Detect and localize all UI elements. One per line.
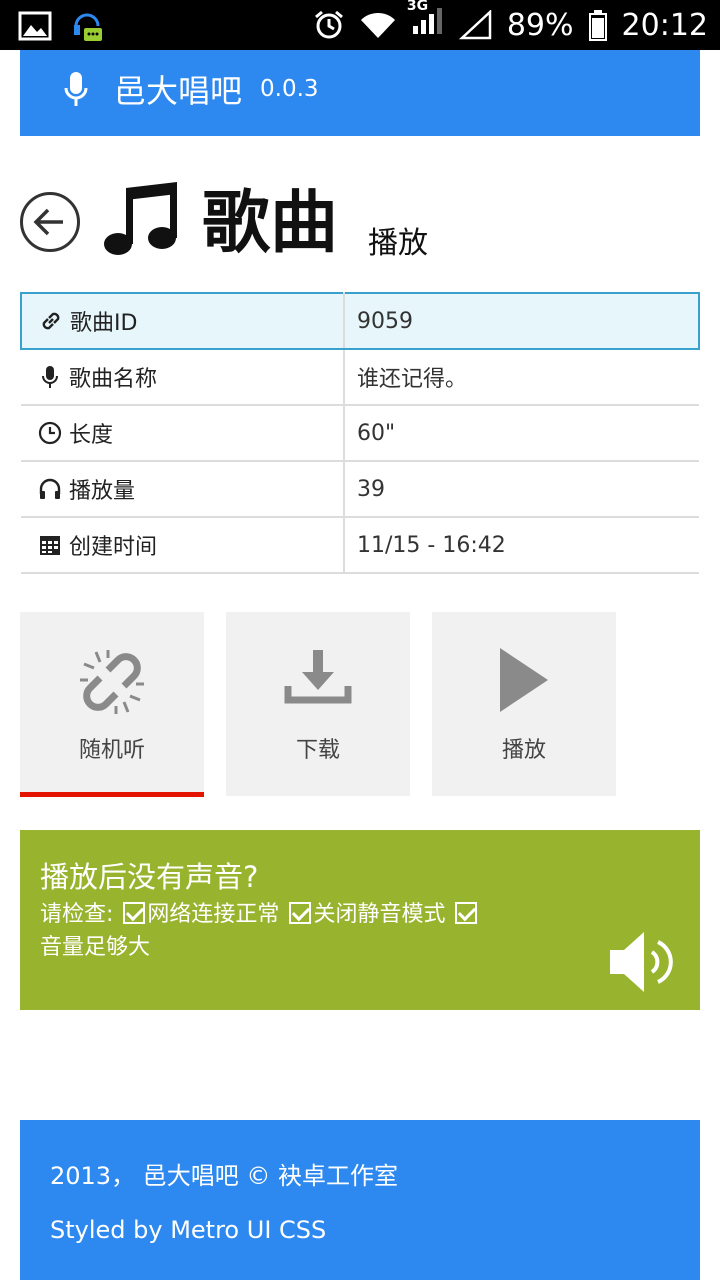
broken-link-icon [80, 650, 144, 714]
notice-body: 请检查: 网络连接正常 关闭静音模式音量足够大 [40, 898, 600, 964]
calendar-icon [40, 536, 60, 555]
row-value: 11/15 - 16:42 [344, 517, 699, 574]
row-value: 60" [344, 405, 699, 462]
row-value: 39 [344, 461, 699, 518]
notice-title: 播放后没有声音? [40, 860, 259, 894]
back-button[interactable] [20, 192, 80, 252]
check-item: 网络连接正常 [147, 902, 280, 927]
status-bar: 3G 89% 20:12 [0, 0, 720, 50]
speaker-icon [610, 932, 673, 992]
play-label: 播放 [501, 738, 546, 763]
app-title: 邑大唱吧 [114, 72, 243, 110]
app-header: 邑大唱吧 0.0.3 [20, 50, 700, 136]
page-subtitle: 播放 [368, 226, 428, 261]
arrow-left-icon [33, 208, 63, 236]
battery-percent: 89% [506, 7, 574, 43]
battery-icon [588, 10, 607, 41]
check-item: 关闭静音模式 [313, 902, 446, 927]
signal-outline-icon [458, 10, 492, 40]
random-listen-button[interactable]: 随机听 [20, 612, 204, 797]
no-sound-notice: 播放后没有声音? 请检查: 网络连接正常 关闭静音模式音量足够大 [20, 830, 700, 1010]
table-row: 播放量 39 [21, 461, 699, 518]
random-listen-label: 随机听 [78, 738, 145, 763]
microphone-icon [42, 366, 58, 388]
checkbox-icon [123, 902, 146, 924]
page-title: 歌曲 [202, 184, 339, 263]
microphone-icon [64, 72, 88, 106]
alarm-icon [314, 10, 343, 39]
row-label: 播放量 [69, 479, 136, 504]
check-item: 音量足够大 [40, 935, 151, 960]
download-label: 下载 [295, 738, 340, 763]
clock-time: 20:12 [621, 7, 708, 43]
gallery-notification-icon [18, 11, 52, 41]
notice-prefix: 请检查: [40, 902, 114, 927]
wifi-icon [360, 12, 395, 38]
clock-icon [38, 421, 62, 445]
table-row: 长度 60" [21, 405, 699, 462]
download-button[interactable]: 下载 [226, 612, 410, 796]
app-version: 0.0.3 [260, 76, 319, 102]
row-label: 歌曲名称 [69, 367, 158, 392]
network-type-label: 3G [406, 0, 429, 14]
row-label: 长度 [69, 423, 114, 448]
download-icon [284, 650, 352, 704]
play-button[interactable]: 播放 [432, 612, 616, 796]
music-note-icon [104, 182, 177, 255]
table-row: 歌曲名称 谁还记得。 [21, 349, 699, 406]
row-label: 歌曲ID [70, 311, 138, 336]
chat-notification-icon [74, 13, 102, 41]
play-icon [500, 648, 548, 712]
checkbox-icon [455, 902, 478, 924]
table-row: 歌曲ID 9059 [20, 292, 700, 350]
row-value: 9059 [344, 292, 700, 350]
row-label: 创建时间 [69, 535, 158, 560]
row-value: 谁还记得。 [344, 349, 699, 406]
link-icon [42, 312, 60, 330]
cell-signal-icon: 3G [407, 0, 445, 44]
footer-copyright: 2013， 邑大唱吧 © 袂卓工作室 [50, 1162, 398, 1190]
footer-styled-by: Styled by Metro UI CSS [50, 1216, 327, 1244]
footer: 2013， 邑大唱吧 © 袂卓工作室 Styled by Metro UI CS… [20, 1120, 700, 1280]
song-info-table: 歌曲ID 9059 歌曲名称 谁还记得。 长度 60" 播放量 39 创建时间 … [20, 292, 700, 574]
table-row: 创建时间 11/15 - 16:42 [21, 517, 699, 574]
headphones-icon [39, 478, 61, 499]
checkbox-icon [289, 902, 312, 924]
